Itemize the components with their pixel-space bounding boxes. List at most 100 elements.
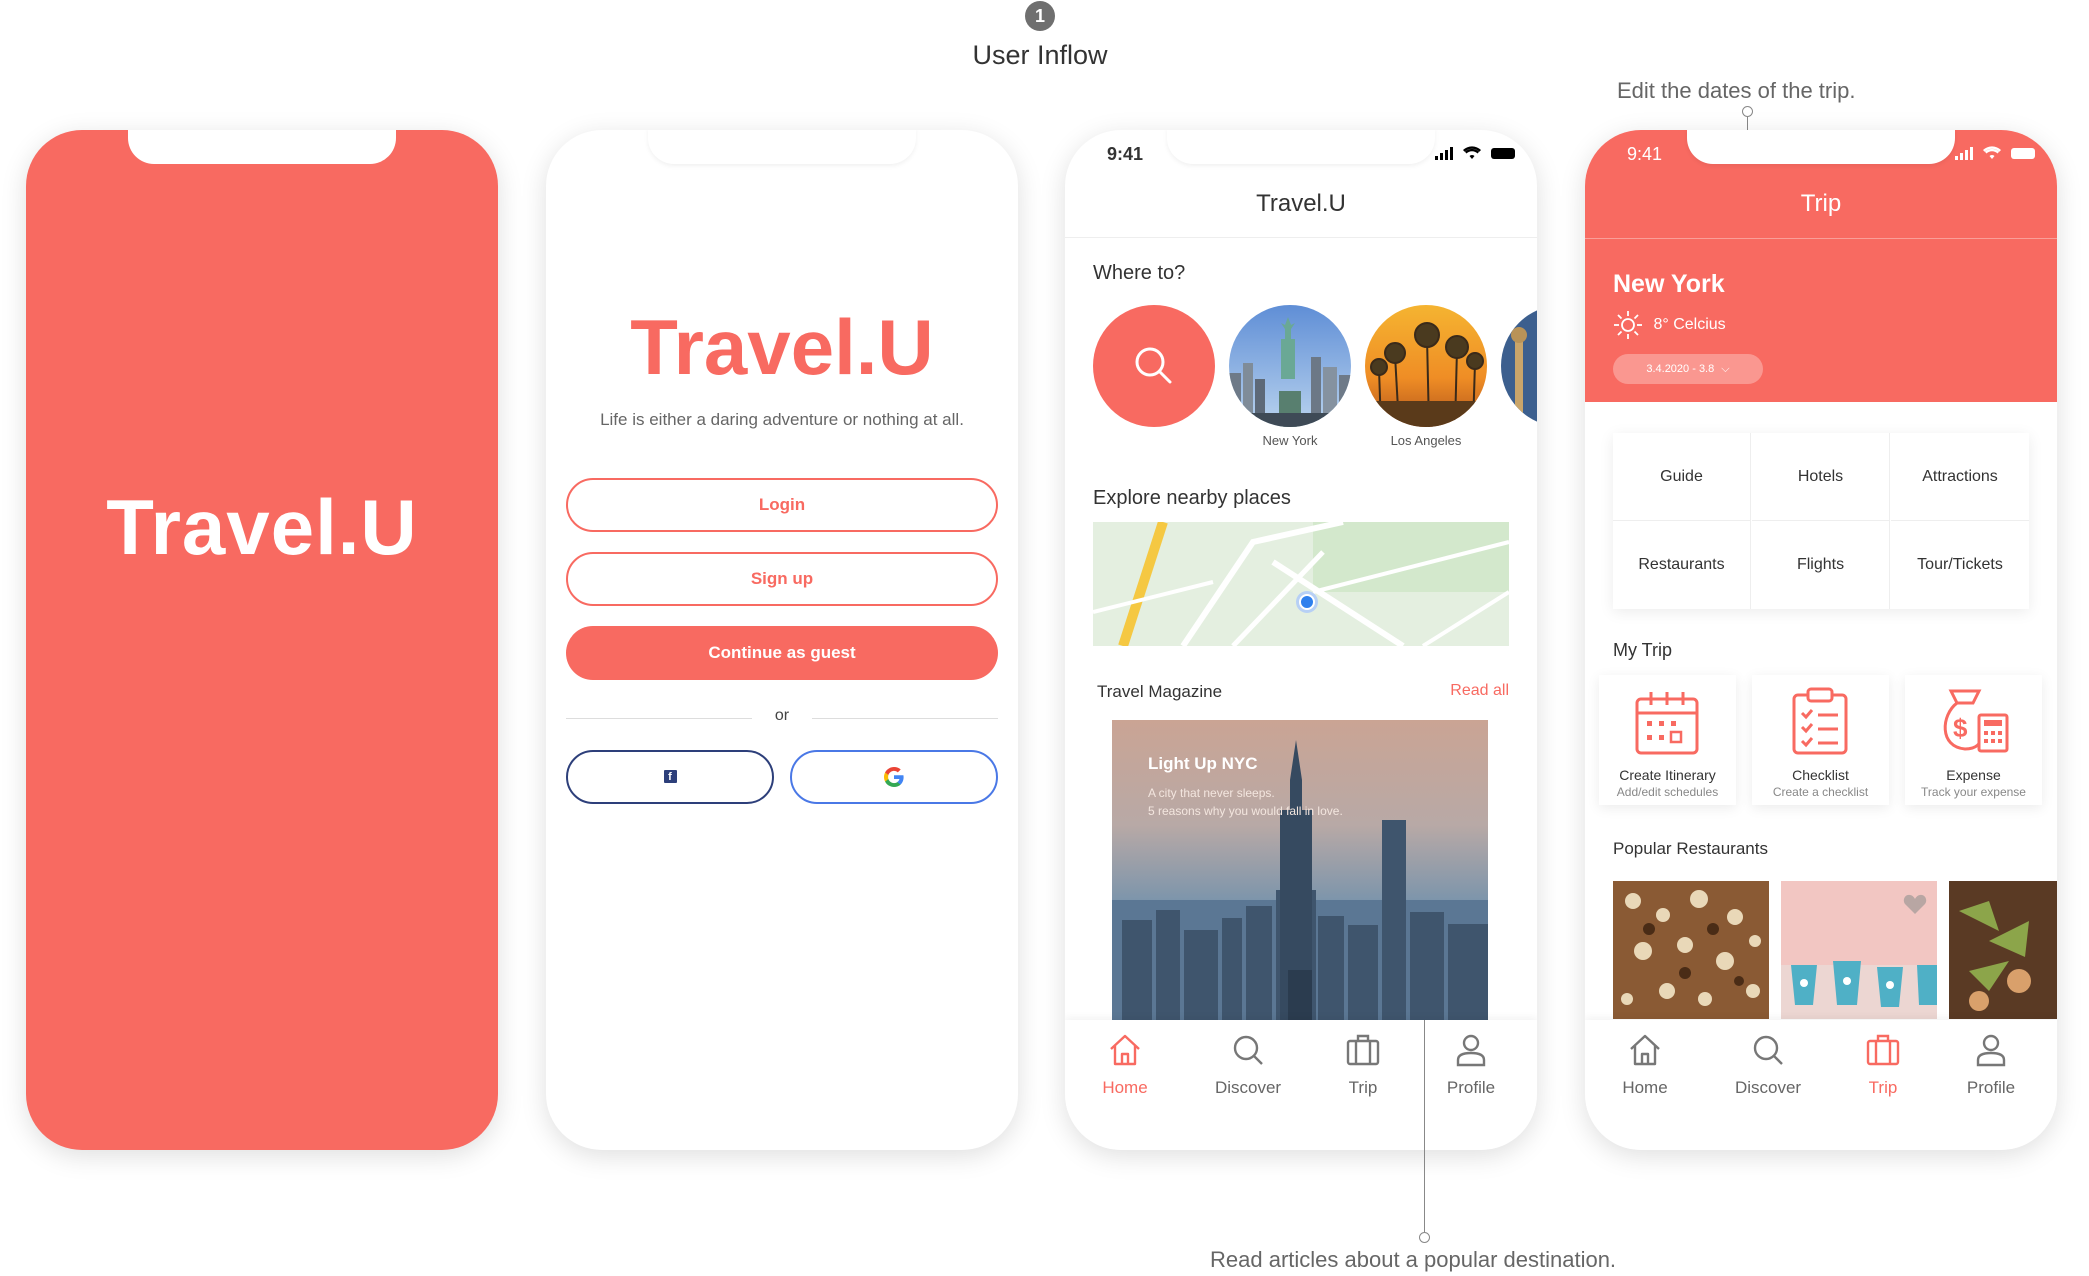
home-nav-title: Travel.U — [1256, 190, 1346, 217]
tab-label: Home — [1102, 1078, 1148, 1097]
flow-title: User Inflow — [972, 40, 1108, 70]
category-flights[interactable]: Flights — [1752, 521, 1890, 609]
trip-weather: 8° Celcius — [1613, 310, 1726, 340]
calendar-icon — [1635, 692, 1699, 755]
tab-home[interactable]: Home — [1075, 1032, 1175, 1098]
search-icon — [1233, 1035, 1263, 1065]
signal-icon — [1955, 146, 1977, 161]
category-guide[interactable]: Guide — [1613, 433, 1751, 521]
card-title: Checklist — [1792, 767, 1849, 783]
trip-category-grid: Guide Hotels Attractions Restaurants Fli… — [1613, 433, 2029, 609]
nav-separator — [1065, 237, 1537, 238]
status-icons — [1435, 144, 1515, 161]
category-tour-tickets[interactable]: Tour/Tickets — [1891, 521, 2029, 609]
tab-discover[interactable]: Discover — [1718, 1032, 1818, 1098]
tab-discover[interactable]: Discover — [1198, 1032, 1298, 1098]
restaurant-card[interactable] — [1613, 881, 1769, 1019]
annotation-edit-dates: Edit the dates of the trip. — [1617, 78, 1856, 103]
destination-search-button[interactable] — [1093, 305, 1215, 427]
expense-card[interactable]: $ Expense Track your expense — [1905, 675, 2042, 805]
weather-text: 8° Celcius — [1653, 316, 1726, 334]
article-line: A city that never sleeps. — [1148, 786, 1275, 800]
status-time: 9:41 — [1627, 144, 1663, 164]
or-label: or — [774, 707, 790, 724]
sun-icon — [1614, 311, 1642, 339]
restaurant-photo — [1949, 881, 2057, 1019]
profile-icon — [1456, 1034, 1486, 1067]
wifi-icon — [1463, 146, 1482, 160]
svg-text:$: $ — [1953, 713, 1968, 743]
clipboard-icon — [1792, 687, 1848, 755]
annotation-dot — [1419, 1232, 1430, 1243]
tab-label: Profile — [1446, 1078, 1496, 1097]
home-icon — [1630, 1034, 1660, 1066]
search-icon — [1135, 347, 1172, 384]
login-button[interactable]: Login — [566, 478, 998, 532]
destination-next[interactable] — [1501, 305, 1537, 427]
trip-nav-title: Trip — [1800, 190, 1842, 217]
google-login-button[interactable] — [790, 750, 998, 804]
card-title: Expense — [1946, 767, 2001, 783]
nav-separator — [1585, 238, 2057, 239]
category-hotels[interactable]: Hotels — [1752, 433, 1890, 521]
facebook-icon: f — [663, 770, 677, 784]
restaurant-photo — [1613, 881, 1769, 1019]
signal-icon — [1435, 146, 1457, 161]
profile-icon — [1976, 1034, 2006, 1067]
battery-icon — [1491, 147, 1515, 159]
article-title: Light Up NYC — [1148, 754, 1258, 773]
where-to-heading: Where to? — [1093, 262, 1186, 284]
restaurant-card[interactable] — [1781, 881, 1937, 1019]
user-inflow-board: 1 User Inflow Edit the dates of the trip… — [0, 0, 2089, 1276]
trip-city: New York — [1613, 270, 1725, 298]
tab-profile[interactable]: Profile — [1941, 1032, 2041, 1098]
category-attractions[interactable]: Attractions — [1891, 433, 2029, 521]
tab-bar: Home Discover Trip Profile — [1065, 1020, 1537, 1150]
destination-los-angeles[interactable] — [1365, 305, 1487, 427]
suitcase-icon — [1866, 1034, 1900, 1066]
annotation-dot — [1742, 106, 1753, 117]
tagline: Life is either a daring adventure or not… — [600, 410, 964, 429]
tab-home[interactable]: Home — [1595, 1032, 1695, 1098]
restaurant-card[interactable] — [1949, 881, 2057, 1019]
new-york-photo — [1229, 305, 1351, 427]
destination-label: Los Angeles — [1390, 433, 1462, 448]
continue-as-guest-button[interactable]: Continue as guest — [566, 626, 998, 680]
tab-trip[interactable]: Trip — [1833, 1032, 1933, 1098]
article-subtitle: A city that never sleeps. 5 reasons why … — [1148, 784, 1343, 820]
destination-photo — [1501, 305, 1537, 427]
magazine-article-card[interactable]: Light Up NYC A city that never sleeps. 5… — [1112, 720, 1488, 1020]
map-view — [1093, 522, 1509, 646]
tab-bar: Home Discover Trip Profile — [1585, 1020, 2057, 1150]
annotation-line — [1424, 1020, 1425, 1232]
phone-notch — [1687, 130, 1955, 164]
explore-heading: Explore nearby places — [1093, 487, 1291, 509]
destination-new-york[interactable] — [1229, 305, 1351, 427]
phone-login: Travel.U Life is either a daring adventu… — [546, 130, 1018, 1150]
my-trip-heading: My Trip — [1613, 640, 1673, 660]
read-all-link[interactable]: Read all — [1450, 682, 1509, 700]
popular-restaurants-heading: Popular Restaurants — [1613, 839, 1768, 858]
tab-trip[interactable]: Trip — [1313, 1032, 1413, 1098]
money-bag-icon: $ — [1943, 689, 2009, 753]
checklist-card[interactable]: Checklist Create a checklist — [1752, 675, 1889, 805]
facebook-login-button[interactable]: f — [566, 750, 774, 804]
phone-trip: 9:41 Trip New York 8° Celcius 3.4.2020 -… — [1585, 130, 2057, 1150]
battery-icon — [2011, 147, 2035, 159]
step-badge: 1 — [1025, 1, 1055, 31]
trip-dates-selector[interactable]: 3.4.2020 - 3.8 ⌵ — [1613, 354, 1763, 384]
category-restaurants[interactable]: Restaurants — [1613, 521, 1751, 609]
phone-notch — [1167, 130, 1435, 164]
tab-label: Home — [1622, 1078, 1668, 1097]
trip-dates: 3.4.2020 - 3.8 — [1646, 363, 1715, 375]
phone-notch — [648, 130, 916, 164]
create-itinerary-card[interactable]: Create Itinerary Add/edit schedules — [1599, 675, 1736, 805]
heart-icon[interactable] — [1903, 893, 1927, 915]
phone-splash: Travel.U — [26, 130, 498, 1150]
tab-label: Discover — [1734, 1078, 1802, 1097]
tab-label: Trip — [1348, 1078, 1378, 1097]
nearby-map[interactable] — [1093, 522, 1509, 646]
signup-button[interactable]: Sign up — [566, 552, 998, 606]
tab-profile[interactable]: Profile — [1421, 1032, 1521, 1098]
tab-label: Profile — [1966, 1078, 2016, 1097]
